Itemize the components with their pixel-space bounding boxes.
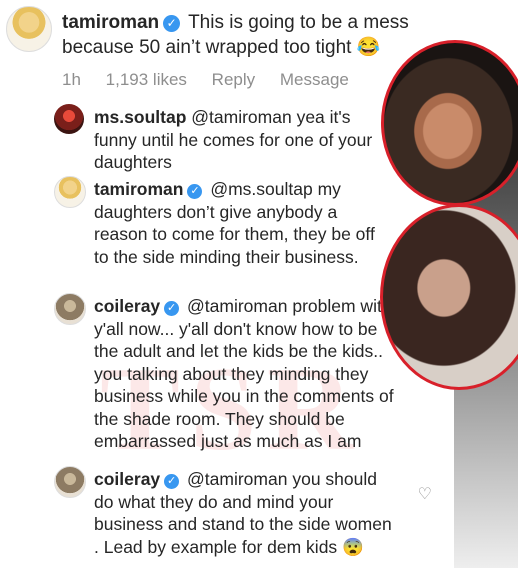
comment-username[interactable]: coileray <box>94 296 160 316</box>
message-button[interactable]: Message <box>280 70 349 89</box>
avatar-tamiroman[interactable] <box>6 6 52 52</box>
comment-mention[interactable]: @ms.soultap <box>210 179 312 199</box>
comment-text: problem with y'all now... y'all don't kn… <box>94 296 394 451</box>
comment-username[interactable]: coileray <box>94 469 160 489</box>
comment: ms.soultap @tamiroman yea it's funny unt… <box>94 106 394 174</box>
avatar-coileray[interactable] <box>54 466 86 498</box>
laughing-emoji-icon: 😂 <box>356 37 381 58</box>
avatar-ms-soultap[interactable] <box>54 104 84 134</box>
avatar-tamiroman[interactable] <box>54 176 86 208</box>
heart-icon[interactable]: ♡ <box>418 484 432 504</box>
photo-tamiroman <box>381 40 518 206</box>
comment-mention[interactable]: @tamiroman <box>187 296 287 316</box>
verified-badge-icon: ✓ <box>187 184 203 199</box>
verified-badge-icon: ✓ <box>164 301 180 316</box>
comment-mention[interactable]: @tamiroman <box>187 469 287 489</box>
comment: coileray ✓ @tamiroman problem with y'all … <box>94 295 394 453</box>
post-time: 1h <box>62 70 81 89</box>
comment-mention[interactable]: @tamiroman <box>191 107 291 127</box>
verified-badge-icon: ✓ <box>163 15 181 32</box>
fearful-emoji-icon: 😨 <box>342 536 364 557</box>
post-caption: tamiroman ✓ This is going to be a mess be… <box>62 10 462 60</box>
comment: coileray ✓ @tamiroman you should do what … <box>94 468 394 558</box>
post-meta: 1h 1,193 likes Reply Message <box>62 70 369 90</box>
verified-badge-icon: ✓ <box>164 474 180 489</box>
reply-button[interactable]: Reply <box>212 70 255 89</box>
comment-username[interactable]: ms.soultap <box>94 107 186 127</box>
post-likes[interactable]: 1,193 likes <box>106 70 187 89</box>
avatar-coileray[interactable] <box>54 293 86 325</box>
post-username[interactable]: tamiroman <box>62 12 159 33</box>
comment-username[interactable]: tamiroman <box>94 179 183 199</box>
comment: tamiroman ✓ @ms.soultap my daughters don’… <box>94 178 394 268</box>
